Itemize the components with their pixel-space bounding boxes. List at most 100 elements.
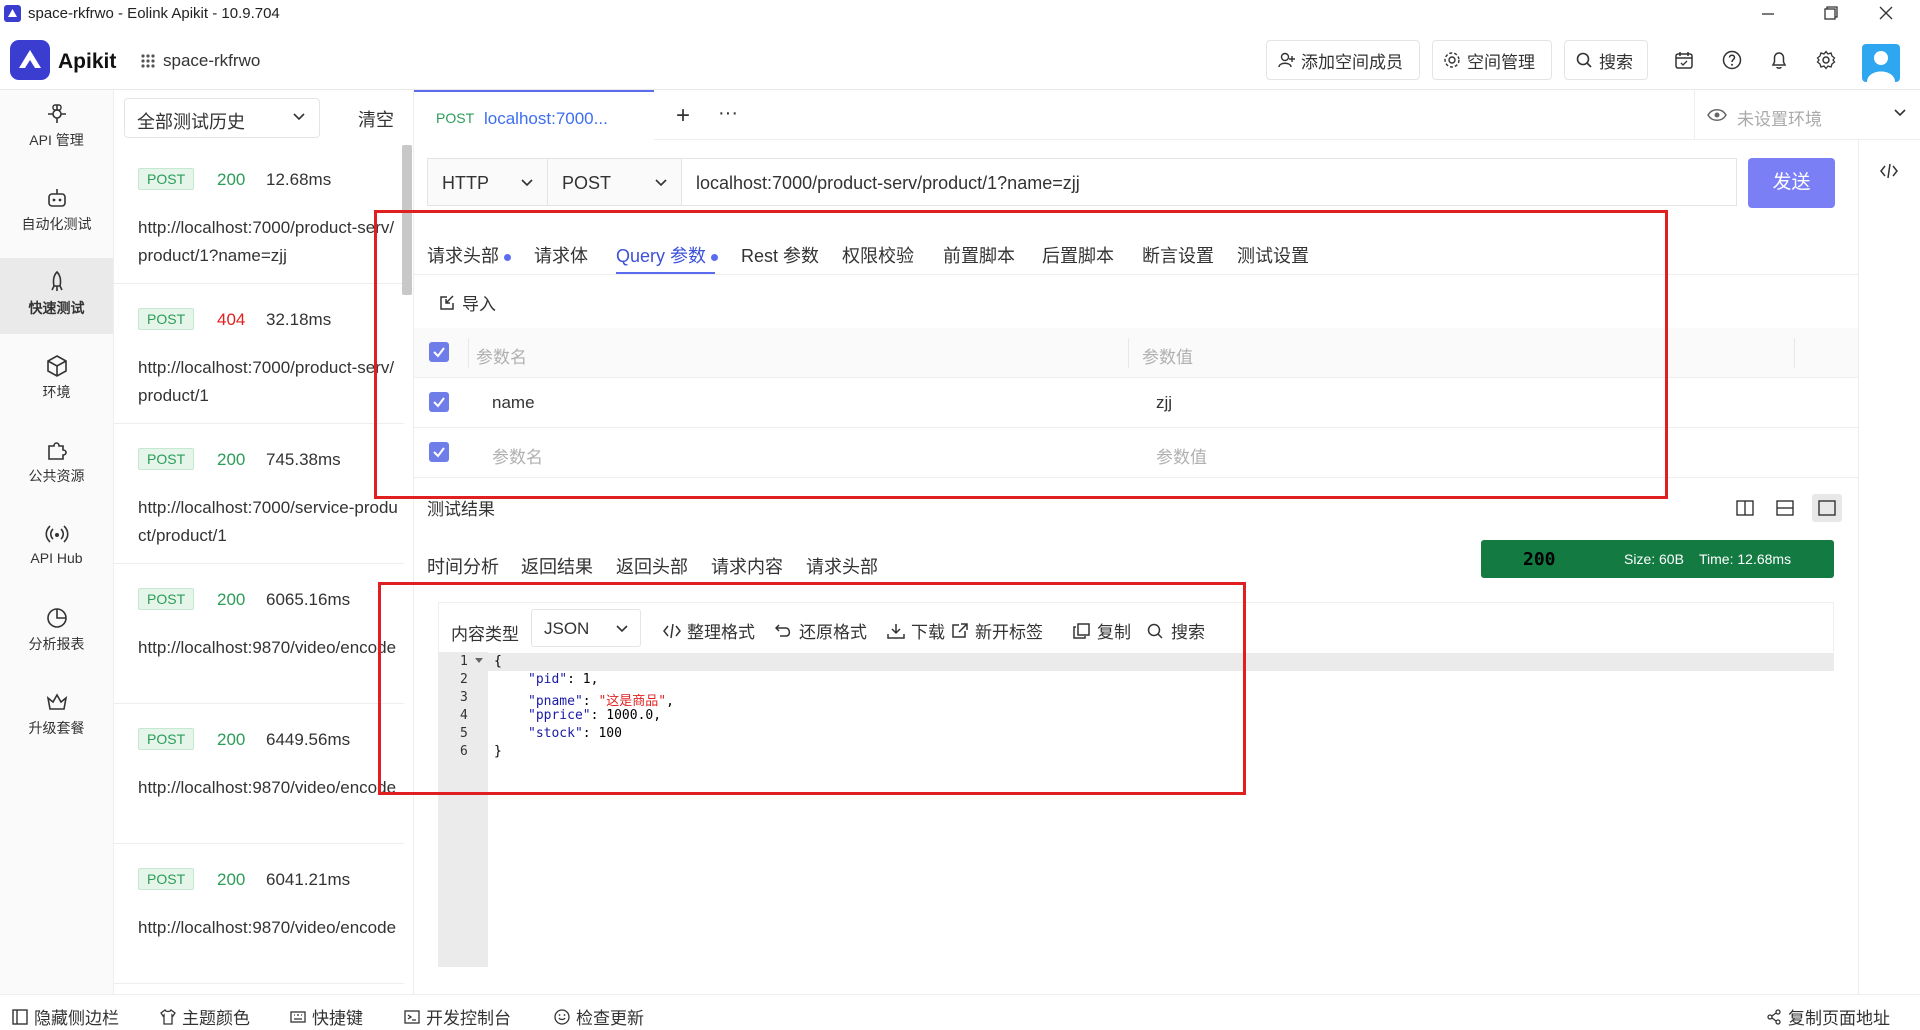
history-item[interactable]: POST 404 32.18ms http://localhost:7000/p… — [114, 284, 404, 424]
nav-api-hub[interactable]: API Hub — [0, 510, 113, 586]
crown-icon — [46, 693, 67, 710]
request-tab[interactable]: POST localhost:7000... — [414, 90, 654, 140]
add-member-button[interactable]: 添加空间成员 — [1266, 40, 1420, 80]
history-item[interactable]: POST 200 6449.56ms http://localhost:9870… — [114, 704, 404, 844]
bell-icon[interactable] — [1769, 50, 1789, 70]
single-pane-icon[interactable] — [1812, 494, 1842, 522]
tab-time-analysis[interactable]: 时间分析 — [427, 553, 499, 579]
app-header: Apikit space-rkfrwo 添加空间成员 空间管理 搜索 — [0, 28, 1920, 90]
url-input[interactable]: localhost:7000/product-serv/product/1?na… — [681, 158, 1737, 206]
space-manage-button[interactable]: 空间管理 — [1432, 40, 1552, 80]
nav-analytics[interactable]: 分析报表 — [0, 594, 113, 670]
search-response-button[interactable]: 搜索 — [1147, 618, 1205, 643]
tab-auth[interactable]: 权限校验 — [842, 242, 914, 268]
close-button[interactable] — [1866, 2, 1906, 26]
check-update-button[interactable]: 检查更新 — [554, 1004, 644, 1029]
hide-sidebar-button[interactable]: 隐藏侧边栏 — [12, 1004, 119, 1029]
nav-api-management[interactable]: API 管理 — [0, 90, 113, 166]
split-horizontal-icon[interactable] — [1770, 494, 1800, 522]
nav-upgrade[interactable]: 升级套餐 — [0, 678, 113, 754]
workspace-name[interactable]: space-rkfrwo — [163, 51, 260, 71]
avatar[interactable] — [1862, 44, 1900, 82]
history-url: http://localhost:9870/video/encode — [138, 638, 397, 657]
param-name-placeholder[interactable]: 参数名 — [492, 443, 543, 468]
robot-icon — [47, 189, 66, 207]
tab-query-params[interactable]: Query 参数 — [616, 242, 719, 268]
param-value-placeholder[interactable]: 参数值 — [1156, 443, 1207, 468]
table-row: 参数名 参数值 — [414, 428, 1858, 478]
nav-public-resource[interactable]: 公共资源 — [0, 426, 113, 502]
row-checkbox[interactable] — [429, 442, 449, 462]
line-number: 6 — [460, 744, 468, 759]
nav-environment[interactable]: 环境 — [0, 342, 113, 418]
code-icon[interactable] — [1879, 162, 1899, 180]
search-button[interactable]: 搜索 — [1564, 40, 1648, 80]
tab-request-headers[interactable]: 请求头部 — [427, 242, 511, 268]
devtools-button[interactable]: 开发控制台 — [404, 1004, 511, 1029]
bottom-bar: 隐藏侧边栏 主题颜色 快捷键 开发控制台 检查更新 复制页面地址 — [0, 994, 1920, 1030]
tab-response-headers[interactable]: 返回头部 — [616, 553, 688, 579]
copy-button[interactable]: 复制 — [1073, 618, 1131, 643]
minimize-button[interactable] — [1748, 2, 1788, 26]
method-select[interactable]: POST — [547, 158, 681, 206]
protocol-select[interactable]: HTTP — [427, 158, 547, 206]
settings-icon[interactable] — [1816, 50, 1836, 70]
download-button[interactable]: 下载 — [887, 618, 945, 643]
nav-auto-test[interactable]: 自动化测试 — [0, 174, 113, 250]
tab-request-content[interactable]: 请求内容 — [711, 553, 783, 579]
send-button[interactable]: 发送 — [1748, 158, 1835, 208]
code-line: "pid": 1, — [528, 672, 599, 687]
history-url: http://localhost:9870/video/encode — [138, 918, 397, 937]
help-icon[interactable] — [1722, 50, 1742, 70]
grid-icon[interactable] — [140, 53, 156, 69]
copy-page-url-button[interactable]: 复制页面地址 — [1766, 1004, 1890, 1029]
calendar-icon[interactable] — [1674, 50, 1694, 70]
tab-title: localhost:7000... — [484, 109, 608, 128]
history-item[interactable]: POST 200 745.38ms http://localhost:7000/… — [114, 424, 404, 564]
nav-quick-test[interactable]: 快速测试 — [0, 258, 113, 334]
content-type-label: 内容类型 — [451, 625, 519, 644]
tab-request-body[interactable]: 请求体 — [534, 242, 588, 268]
import-button[interactable]: 导入 — [438, 290, 496, 315]
chevron-down-icon — [1894, 109, 1906, 117]
rocket-icon — [50, 270, 63, 291]
history-scrollbar[interactable] — [402, 145, 412, 295]
tab-response-body[interactable]: 返回结果 — [521, 553, 593, 579]
history-item[interactable]: POST 200 6041.21ms http://localhost:9870… — [114, 844, 404, 984]
nav-label: API 管理 — [29, 132, 84, 148]
tab-assertions[interactable]: 断言设置 — [1142, 242, 1214, 268]
clear-history-button[interactable]: 清空 — [358, 106, 394, 132]
tab-post-script[interactable]: 后置脚本 — [1042, 242, 1114, 268]
tab-test-settings[interactable]: 测试设置 — [1237, 242, 1309, 268]
status-code: 200 — [217, 730, 246, 749]
select-all-checkbox[interactable] — [429, 342, 449, 362]
history-url: http://localhost:7000/service-product/pr… — [138, 498, 398, 545]
column-separator — [1128, 338, 1129, 368]
test-result-title: 测试结果 — [427, 500, 495, 519]
tab-request-headers-result[interactable]: 请求头部 — [806, 553, 878, 579]
table-header: 参数名 参数值 — [414, 328, 1858, 378]
history-item[interactable]: POST 200 12.68ms http://localhost:7000/p… — [114, 144, 404, 284]
history-filter-select[interactable]: 全部测试历史 — [124, 98, 320, 138]
format-button[interactable]: 整理格式 — [663, 618, 755, 643]
restore-format-button[interactable]: 还原格式 — [775, 618, 867, 643]
environment-select[interactable]: 未设置环境 — [1694, 90, 1920, 140]
history-item[interactable]: POST 200 6065.16ms http://localhost:9870… — [114, 564, 404, 704]
response-editor[interactable]: 1 2 3 4 5 6 { "pid": 1, "pname": "这是商品",… — [438, 652, 1834, 967]
new-tab-button[interactable]: + — [676, 102, 690, 130]
elapsed-time: 745.38ms — [266, 450, 341, 469]
split-vertical-icon[interactable] — [1730, 494, 1760, 522]
more-tabs-button[interactable]: ··· — [718, 102, 738, 125]
theme-button[interactable]: 主题颜色 — [160, 1004, 250, 1029]
gear-icon — [1444, 52, 1460, 68]
param-name-input[interactable]: name — [492, 393, 535, 413]
open-new-tab-button[interactable]: 新开标签 — [951, 618, 1043, 643]
fold-arrow-icon[interactable] — [475, 658, 483, 664]
param-value-input[interactable]: zjj — [1156, 393, 1172, 413]
restore-button[interactable] — [1810, 2, 1850, 26]
shortcut-button[interactable]: 快捷键 — [290, 1004, 363, 1029]
tab-rest-params[interactable]: Rest 参数 — [741, 242, 819, 268]
content-type-select[interactable]: JSON — [531, 609, 641, 647]
tab-pre-script[interactable]: 前置脚本 — [943, 242, 1015, 268]
row-checkbox[interactable] — [429, 392, 449, 412]
